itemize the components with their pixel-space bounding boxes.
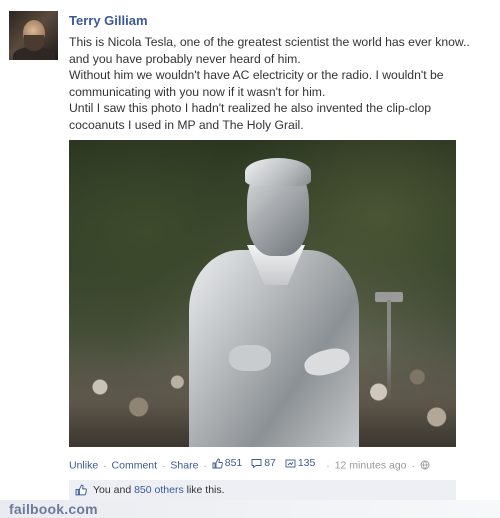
comment-count-value: 87 (264, 457, 276, 469)
statue-hair (245, 158, 311, 186)
post-photo[interactable] (69, 140, 456, 447)
author-name[interactable]: Terry Gilliam (69, 13, 148, 28)
share-link[interactable]: Share (170, 460, 198, 472)
comment-link[interactable]: Comment (112, 460, 158, 472)
separator: · (326, 459, 330, 472)
statue-left-hand (229, 345, 271, 371)
watermark-text: failbook.com (9, 501, 98, 517)
separator: · (203, 459, 207, 472)
likes-you-and: You and (93, 484, 132, 496)
avatar-beard (24, 35, 44, 51)
post-actions: Unlike · Comment · Share · 851 87 135 · … (69, 457, 489, 472)
comment-bubble-icon (251, 458, 262, 468)
like-count-value: 851 (224, 457, 243, 469)
post-paragraph: Without him we wouldn't have AC electric… (69, 68, 444, 99)
like-count[interactable]: 851 (212, 457, 243, 469)
unlike-link[interactable]: Unlike (69, 460, 98, 472)
post-paragraph: Until I saw this photo I hadn't realized… (69, 101, 432, 132)
thumbs-up-icon (212, 458, 223, 468)
facebook-post: Terry Gilliam This is Nicola Tesla, one … (0, 0, 500, 500)
share-count-value: 135 (297, 457, 316, 469)
post-text: This is Nicola Tesla, one of the greates… (69, 34, 489, 133)
separator: · (411, 459, 415, 472)
share-count[interactable]: 135 (285, 457, 316, 469)
globe-icon[interactable] (420, 460, 430, 470)
comment-count[interactable]: 87 (251, 457, 276, 469)
likes-others-link[interactable]: 850 others (134, 484, 184, 496)
timestamp[interactable]: 12 minutes ago (335, 460, 407, 472)
thumbs-up-icon (75, 484, 87, 496)
author-avatar[interactable] (9, 11, 58, 60)
watermark-bar: failbook.com (0, 500, 500, 518)
separator: · (161, 459, 166, 472)
likes-summary: You and 850 others like this. (69, 480, 456, 500)
separator: · (103, 459, 107, 472)
likes-suffix: like this. (186, 484, 225, 496)
share-icon (285, 459, 296, 467)
post-paragraph: This is Nicola Tesla, one of the greates… (69, 35, 470, 66)
